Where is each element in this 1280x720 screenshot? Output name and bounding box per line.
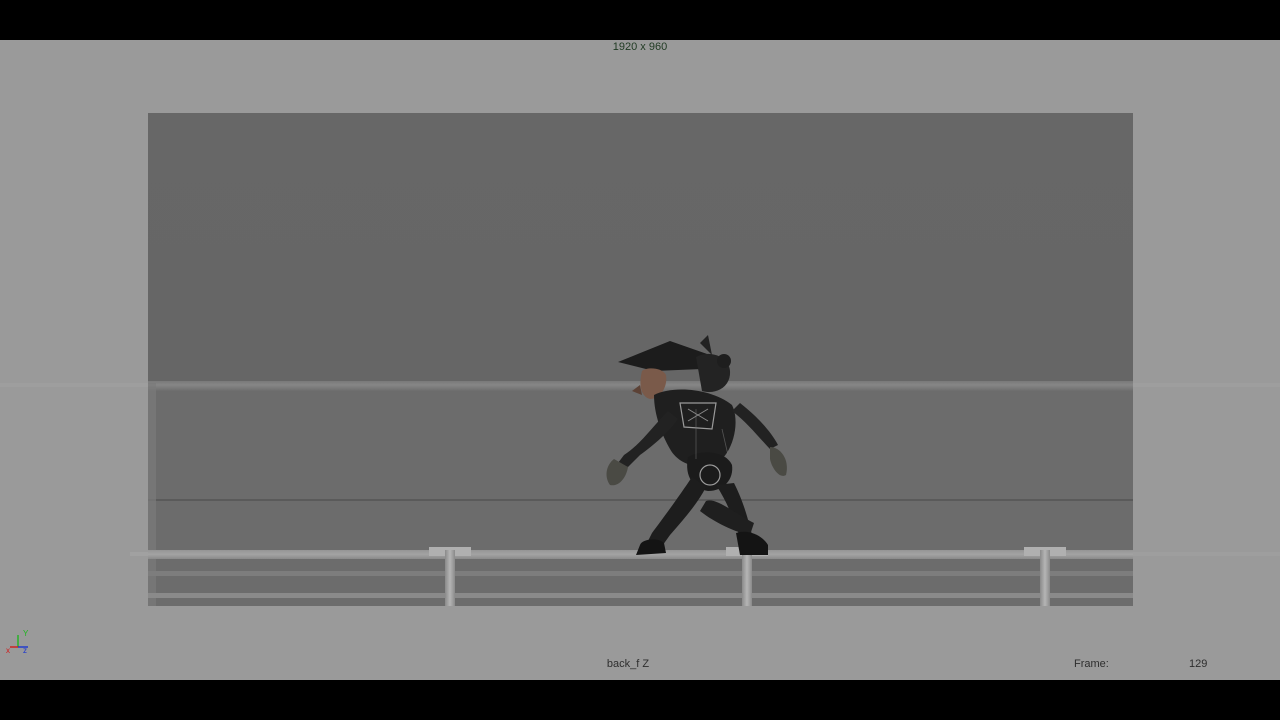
lower-railing-bar-2 bbox=[148, 593, 1133, 598]
outside-rail-top-right bbox=[1133, 383, 1280, 387]
outside-rail-bottom-right bbox=[1133, 552, 1280, 556]
hud-frame-label: Frame: bbox=[1074, 658, 1109, 670]
ninja-character[interactable] bbox=[584, 299, 844, 564]
axis-x-label: x bbox=[6, 646, 10, 655]
railing-post bbox=[445, 550, 455, 606]
outside-rail-top-left bbox=[0, 383, 148, 387]
axis-z-label: z bbox=[23, 646, 27, 655]
outside-rail-bottom-left bbox=[130, 552, 148, 556]
lower-railing-bar bbox=[148, 571, 1133, 576]
resolution-label: 1920 x 960 bbox=[612, 41, 668, 53]
maya-viewport[interactable]: 1920 x 960 Y x z back_f Z Frame: 129 bbox=[0, 40, 1280, 680]
railing-post bbox=[1040, 550, 1050, 606]
axis-y-label: Y bbox=[23, 629, 29, 638]
axis-orientation-widget: Y x z bbox=[6, 629, 29, 655]
resolution-gate bbox=[148, 113, 1133, 606]
letterbox-bottom bbox=[0, 680, 1280, 720]
hud-camera-name: back_f Z bbox=[606, 658, 650, 670]
hud-frame-value: 129 bbox=[1189, 658, 1208, 670]
letterbox-top bbox=[0, 0, 1280, 40]
